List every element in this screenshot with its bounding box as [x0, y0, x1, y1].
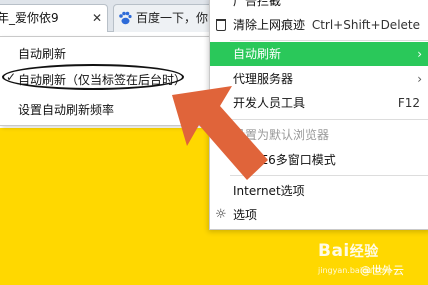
tab-baidu[interactable]: 百度一下，你	[113, 4, 223, 32]
menu-divider	[230, 175, 428, 176]
submenu-item-set-refresh-frequency[interactable]: 设置自动刷新频率	[18, 101, 114, 118]
menu-item-label: 选项	[233, 208, 258, 222]
submenu-item-auto-refresh[interactable]: 自动刷新	[18, 45, 66, 62]
menu-item-label: Internet选项	[233, 184, 305, 198]
tools-menu: 广告拦截 清除上网痕迹 Ctrl+Shift+Delete 自动刷新 › 代理服…	[209, 0, 428, 230]
menu-item-label: 广告拦截	[233, 0, 282, 8]
menu-item-proxy-server[interactable]: 代理服务器 ›	[210, 67, 428, 91]
menu-item-clear-history[interactable]: 清除上网痕迹 Ctrl+Shift+Delete	[210, 13, 428, 37]
menu-item-label: 自动刷新	[233, 47, 282, 61]
watermark-author: @世外云	[360, 264, 404, 277]
watermark-brand: Bai	[318, 241, 350, 261]
menu-divider	[230, 40, 428, 41]
menu-item-shortcut: Ctrl+Shift+Delete	[311, 18, 420, 32]
menu-item-set-default-browser: 设置为默认浏览器	[210, 123, 428, 147]
menu-item-label: 开发人员工具	[233, 96, 306, 110]
trash-icon	[216, 19, 226, 31]
menu-item-label: 使用IE6多窗口模式	[233, 153, 336, 167]
menu-item-shortcut: F12	[397, 96, 420, 110]
menu-item-options[interactable]: ☼ 选项	[210, 203, 428, 227]
highlight-ellipse	[2, 64, 184, 90]
menu-item-ad-block[interactable]: 广告拦截	[210, 0, 428, 13]
menu-divider	[230, 119, 428, 120]
auto-refresh-submenu: 自动刷新 ✓ 自动刷新（仅当标签在后台时） 设置自动刷新频率	[0, 36, 212, 126]
menu-item-label: 清除上网痕迹	[233, 18, 306, 32]
menu-item-internet-options[interactable]: Internet选项	[210, 179, 428, 203]
paw-icon	[119, 11, 132, 25]
menu-item-dev-tools[interactable]: 开发人员工具 F12	[210, 91, 428, 115]
tab-active[interactable]: 年_爱你依9 ✕	[0, 4, 108, 32]
menu-item-ie6-mode[interactable]: 使用IE6多窗口模式	[210, 148, 428, 172]
menu-item-label: 代理服务器	[233, 72, 294, 86]
tab-title: 百度一下，你	[136, 11, 209, 25]
tab-title: 年_爱你依9	[0, 11, 59, 25]
menu-item-label: 设置为默认浏览器	[233, 128, 330, 142]
chevron-right-icon: ›	[417, 72, 422, 86]
gear-icon: ☼	[215, 207, 227, 222]
watermark-brand-suffix: 经验	[349, 244, 379, 260]
menu-item-auto-refresh[interactable]: 自动刷新 ›	[210, 42, 428, 66]
close-icon[interactable]: ✕	[92, 5, 102, 31]
chevron-right-icon: ›	[417, 47, 422, 61]
baidu-jingyan-logo: Bai经验	[318, 241, 379, 261]
